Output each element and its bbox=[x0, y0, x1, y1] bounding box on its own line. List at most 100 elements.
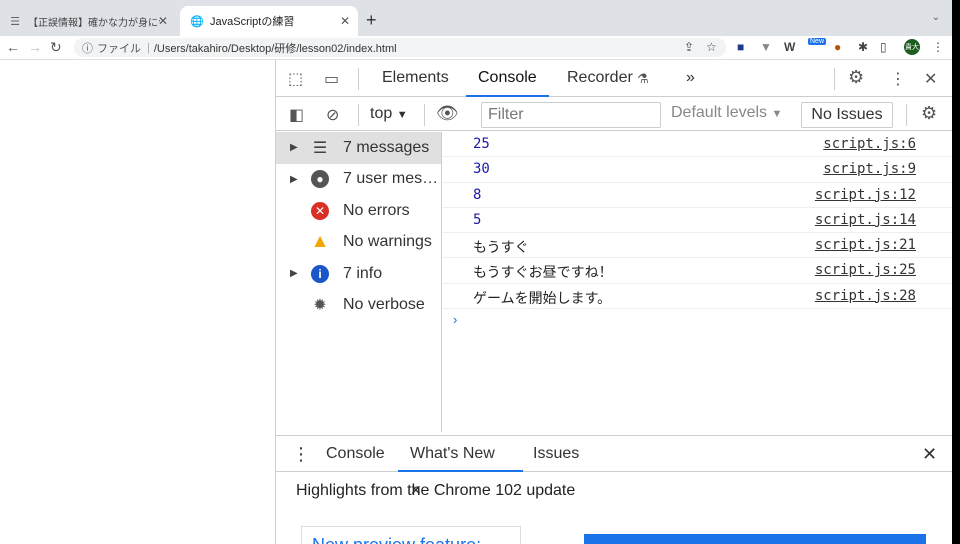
log-entry: もうすぐ script.js:21 bbox=[443, 233, 952, 259]
log-entry: ゲームを開始します。 script.js:28 bbox=[443, 284, 952, 310]
reload-button[interactable]: ↻ bbox=[50, 39, 62, 56]
clear-console-icon[interactable]: ⊘ bbox=[326, 105, 339, 125]
context-selector[interactable]: top ▼ bbox=[370, 105, 408, 123]
drawer-tab-issues[interactable]: Issues bbox=[533, 436, 579, 472]
info-icon: i bbox=[310, 264, 330, 284]
log-value: 30 bbox=[473, 161, 490, 178]
issues-button[interactable]: No Issues bbox=[801, 102, 893, 128]
sidebar-item-label: 7 messages bbox=[343, 138, 430, 156]
console-settings-gear-icon[interactable]: ⚙ bbox=[921, 103, 937, 124]
sidebar-item-messages[interactable]: ▶ ☰ 7 messages bbox=[276, 132, 441, 164]
tab-recorder[interactable]: Recorder bbox=[567, 60, 633, 97]
share-icon[interactable]: ⇪ bbox=[684, 40, 694, 54]
browser-tab-1[interactable]: ☰ 【正誤情報】確かな力が身につくJ ✕ bbox=[4, 6, 176, 36]
drawer-menu-icon[interactable]: ⋮ bbox=[292, 436, 310, 472]
divider bbox=[424, 104, 425, 126]
sidebar-item-label: No warnings bbox=[343, 233, 432, 251]
expand-arrow-icon[interactable]: ▶ bbox=[290, 142, 298, 153]
log-entry: もうすぐお昼ですね！ script.js:25 bbox=[443, 258, 952, 284]
new-badge[interactable]: New bbox=[808, 38, 827, 45]
back-button[interactable]: ← bbox=[6, 39, 20, 55]
sidebar-item-label: No errors bbox=[343, 201, 410, 219]
source-link[interactable]: script.js:6 bbox=[823, 136, 916, 152]
device-toolbar-icon[interactable]: ▭ bbox=[324, 69, 339, 89]
log-value: ゲームを開始します。 bbox=[473, 289, 612, 306]
source-link[interactable]: script.js:21 bbox=[815, 237, 916, 253]
expand-arrow-icon[interactable]: ▶ bbox=[290, 268, 298, 279]
close-tab-icon[interactable]: ✕ bbox=[158, 14, 168, 28]
source-link[interactable]: script.js:9 bbox=[823, 161, 916, 177]
error-icon: ✕ bbox=[310, 201, 330, 221]
filter-input[interactable]: Filter bbox=[481, 102, 661, 128]
drawer-tab-console[interactable]: Console bbox=[326, 436, 385, 472]
sidebar-item-errors[interactable]: ✕ No errors bbox=[276, 195, 441, 227]
forward-button[interactable]: → bbox=[28, 39, 42, 55]
url-separator: | bbox=[147, 41, 150, 54]
log-value: もうすぐ bbox=[473, 239, 529, 256]
source-link[interactable]: script.js:12 bbox=[815, 187, 916, 203]
extension-w-icon[interactable]: W bbox=[784, 40, 795, 54]
dropdown-arrow-icon: ▼ bbox=[396, 109, 408, 121]
more-tabs-button[interactable]: » bbox=[686, 60, 695, 97]
source-link[interactable]: script.js:25 bbox=[815, 262, 916, 278]
sidebar-item-label: No verbose bbox=[343, 296, 425, 314]
puzzle-icon[interactable]: ✱ bbox=[858, 40, 868, 54]
chevron-down-icon[interactable]: ⌄ bbox=[932, 12, 940, 23]
info-icon[interactable]: ⓘ bbox=[82, 40, 93, 56]
log-entry: 30 script.js:9 bbox=[443, 157, 952, 183]
tab-elements[interactable]: Elements bbox=[382, 60, 449, 97]
log-value: 5 bbox=[473, 211, 482, 228]
devtools-toolbar: ⬚ ▭ Elements Console Recorder ⚗ » ⚙ ⋮ ✕ bbox=[276, 60, 952, 97]
browser-tab-strip: ☰ 【正誤情報】確かな力が身につくJ ✕ 🌐 JavaScriptの練習 ✕ +… bbox=[0, 0, 952, 36]
browser-tab-2[interactable]: 🌐 JavaScriptの練習 ✕ bbox=[180, 6, 358, 36]
divider bbox=[906, 104, 907, 126]
extension-icon[interactable]: ■ bbox=[737, 40, 744, 54]
eye-icon[interactable]: 👁 bbox=[436, 103, 459, 124]
bookmark-star-icon[interactable]: ☆ bbox=[706, 40, 717, 54]
menu-icon[interactable]: ⋮ bbox=[932, 40, 944, 54]
sidebar-item-info[interactable]: ▶ i 7 info bbox=[276, 258, 441, 290]
sidebar-item-user-messages[interactable]: ▶ ● 7 user mes… bbox=[276, 164, 441, 196]
url-text: /Users/takahiro/Desktop/研修/lesson02/inde… bbox=[153, 42, 397, 55]
console-prompt-icon[interactable]: › bbox=[453, 312, 457, 327]
tab-console[interactable]: Console bbox=[466, 60, 549, 97]
sidebar-item-warnings[interactable]: ▲ No warnings bbox=[276, 227, 441, 259]
cookie-icon[interactable]: ● bbox=[834, 40, 841, 54]
log-entry: 8 script.js:12 bbox=[443, 183, 952, 208]
drawer-tab-label: What's New bbox=[410, 445, 495, 462]
close-drawer-icon[interactable]: ✕ bbox=[922, 436, 937, 472]
avatar[interactable]: 貴大 bbox=[904, 39, 920, 55]
bug-icon: ✹ bbox=[313, 297, 327, 315]
feature-card[interactable]: New preview feature: bbox=[301, 526, 521, 544]
sidebar-item-label: 7 user mes… bbox=[343, 170, 439, 188]
close-devtools-icon[interactable]: ✕ bbox=[924, 69, 937, 89]
console-log: 25 script.js:6 30 script.js:9 8 script.j… bbox=[443, 132, 952, 432]
omnibox[interactable]: ⓘ ファイル | /Users/takahiro/Desktop/研修/less… bbox=[74, 38, 726, 57]
feature-card-title: New preview feature: bbox=[312, 535, 481, 544]
warning-icon: ▲ bbox=[310, 231, 330, 253]
sidebar-item-label: 7 info bbox=[343, 264, 383, 282]
side-panel-icon[interactable]: ▯ bbox=[880, 40, 887, 54]
new-tab-button[interactable]: + bbox=[366, 10, 377, 31]
expand-arrow-icon[interactable]: ▶ bbox=[290, 174, 298, 185]
flask-icon: ⚗ bbox=[637, 71, 649, 86]
drawer-toolbar: ⋮ Console What's New ✕ Issues ✕ bbox=[276, 436, 952, 498]
source-link[interactable]: script.js:14 bbox=[815, 212, 916, 228]
extension-v-icon[interactable]: ▼ bbox=[760, 40, 772, 54]
drawer-tab-whats-new[interactable]: What's New ✕ bbox=[398, 436, 523, 498]
document-icon: ☰ bbox=[10, 15, 20, 28]
whats-new-heading: Highlights from the Chrome 102 update bbox=[296, 482, 576, 499]
log-value: もうすぐお昼ですね！ bbox=[473, 264, 613, 281]
log-entry: 25 script.js:6 bbox=[443, 132, 952, 158]
globe-icon: 🌐 bbox=[190, 15, 204, 28]
divider bbox=[358, 68, 359, 90]
inspect-element-icon[interactable]: ⬚ bbox=[288, 69, 303, 89]
settings-gear-icon[interactable]: ⚙ bbox=[848, 67, 864, 88]
sidebar-item-verbose[interactable]: ✹ No verbose bbox=[276, 290, 441, 322]
more-options-icon[interactable]: ⋮ bbox=[890, 69, 906, 89]
sidebar-toggle-icon[interactable]: ◧ bbox=[289, 105, 304, 125]
source-link[interactable]: script.js:28 bbox=[815, 288, 916, 304]
log-levels-dropdown[interactable]: Default levels ▼ bbox=[671, 104, 782, 122]
close-tab-icon[interactable]: ✕ bbox=[340, 14, 350, 28]
divider bbox=[834, 68, 835, 90]
